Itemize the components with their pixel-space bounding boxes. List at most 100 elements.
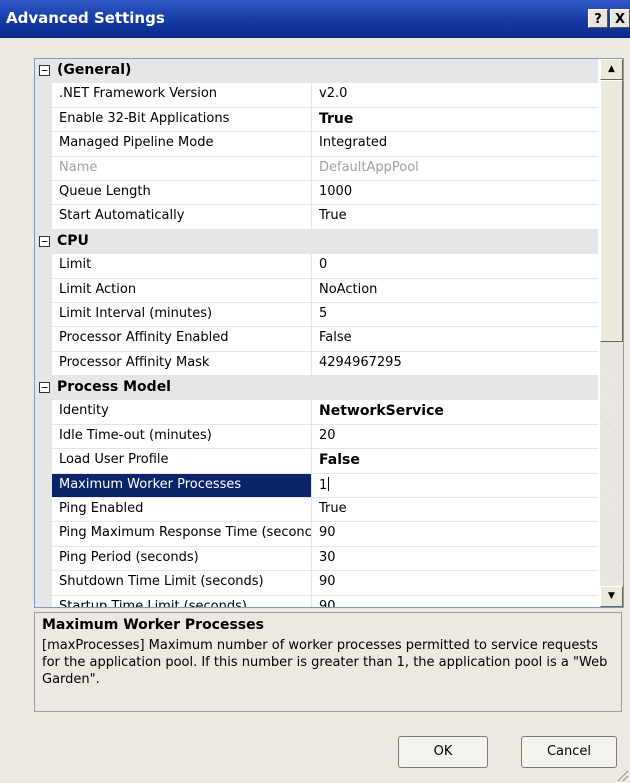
property-row[interactable]: Managed Pipeline Mode Integrated xyxy=(35,132,598,157)
property-value-text: 5 xyxy=(319,305,328,321)
collapse-toggle-icon[interactable]: − xyxy=(39,235,50,247)
property-name[interactable]: Identity xyxy=(52,400,312,425)
property-value[interactable]: 5 xyxy=(312,303,598,328)
property-row[interactable]: Start Automatically True xyxy=(35,205,598,230)
property-name[interactable]: Maximum Worker Processes xyxy=(52,473,312,499)
row-gutter xyxy=(35,205,52,230)
property-name[interactable]: Limit Action xyxy=(52,278,312,303)
property-name[interactable]: Name xyxy=(52,156,312,181)
row-gutter xyxy=(35,107,52,133)
property-row[interactable]: Idle Time-out (minutes) 20 xyxy=(35,424,598,450)
category-row[interactable]: − (General) xyxy=(35,59,598,84)
text-caret xyxy=(328,476,330,491)
property-value-text: 90 xyxy=(319,525,336,541)
property-name[interactable]: Ping Period (seconds) xyxy=(52,546,312,572)
collapse-toggle-icon[interactable]: − xyxy=(39,382,50,394)
description-text: [maxProcesses] Maximum number of worker … xyxy=(42,638,608,687)
property-name[interactable]: Ping Enabled xyxy=(52,498,312,523)
property-name[interactable]: Load User Profile xyxy=(52,449,312,474)
row-gutter xyxy=(35,327,52,352)
property-name[interactable]: Start Automatically xyxy=(52,205,312,230)
property-row[interactable]: Maximum Worker Processes 1 xyxy=(35,473,598,499)
advanced-settings-dialog: Advanced Settings ? X − (General) .NET Fra… xyxy=(0,0,630,783)
row-gutter xyxy=(35,351,52,377)
property-row[interactable]: Ping Maximum Response Time (seconc 90 xyxy=(35,522,598,547)
property-value-text: True xyxy=(319,501,347,517)
property-value[interactable]: 90 xyxy=(312,596,598,607)
property-row[interactable]: Ping Enabled True xyxy=(35,498,598,523)
property-value[interactable]: 20 xyxy=(312,425,598,450)
property-value[interactable]: v2.0 xyxy=(312,83,598,108)
property-value[interactable]: True xyxy=(312,498,598,523)
arrow-up-icon: ▲ xyxy=(608,64,615,74)
property-name[interactable]: Limit xyxy=(52,254,312,279)
property-row[interactable]: Limit Interval (minutes) 5 xyxy=(35,302,598,328)
property-row[interactable]: .NET Framework Version v2.0 xyxy=(35,83,598,108)
property-value[interactable]: Integrated xyxy=(312,132,598,157)
property-row[interactable]: Limit 0 xyxy=(35,254,598,279)
property-name[interactable]: Ping Maximum Response Time (seconc xyxy=(52,522,312,547)
row-gutter xyxy=(35,449,52,474)
row-gutter xyxy=(35,400,52,425)
property-value[interactable]: 90 xyxy=(312,571,598,596)
property-value[interactable]: False xyxy=(312,449,598,474)
property-row[interactable]: Startup Time Limit (seconds) 90 xyxy=(35,595,598,607)
property-value[interactable]: 30 xyxy=(312,547,598,572)
property-row[interactable]: Shutdown Time Limit (seconds) 90 xyxy=(35,571,598,596)
scroll-down-button[interactable]: ▼ xyxy=(600,586,623,607)
property-value[interactable]: False xyxy=(312,327,598,352)
property-value[interactable]: 90 xyxy=(312,522,598,547)
row-gutter xyxy=(35,254,52,279)
property-row[interactable]: Name DefaultAppPool xyxy=(35,156,598,181)
vertical-scrollbar[interactable]: ▲ ▼ xyxy=(600,59,623,607)
row-gutter xyxy=(35,180,52,206)
title-bar[interactable]: Advanced Settings ? X xyxy=(0,0,630,38)
category-label: (General) xyxy=(57,62,132,78)
property-row[interactable]: Queue Length 1000 xyxy=(35,180,598,206)
property-row[interactable]: Enable 32-Bit Applications True xyxy=(35,107,598,133)
property-row[interactable]: Processor Affinity Enabled False xyxy=(35,327,598,352)
help-button[interactable]: ? xyxy=(588,9,608,28)
scroll-thumb[interactable] xyxy=(600,80,623,342)
row-gutter xyxy=(35,546,52,572)
property-name[interactable]: Idle Time-out (minutes) xyxy=(52,424,312,450)
property-value[interactable]: True xyxy=(312,108,598,133)
property-value[interactable]: 4294967295 xyxy=(312,352,598,377)
close-button[interactable]: X xyxy=(610,9,630,28)
collapse-toggle-icon[interactable]: − xyxy=(39,65,50,76)
property-name[interactable]: Processor Affinity Mask xyxy=(52,351,312,377)
property-value-input[interactable]: 1 xyxy=(312,474,598,499)
property-name[interactable]: Shutdown Time Limit (seconds) xyxy=(52,571,312,596)
property-name[interactable]: Enable 32-Bit Applications xyxy=(52,107,312,133)
property-grid: − (General) .NET Framework Version v2.0 Enab… xyxy=(34,58,624,608)
property-value[interactable]: NoAction xyxy=(312,279,598,303)
category-row[interactable]: − CPU xyxy=(35,229,598,255)
row-gutter xyxy=(35,278,52,303)
row-gutter xyxy=(35,424,52,450)
property-value[interactable]: DefaultAppPool xyxy=(312,157,598,181)
property-value[interactable]: True xyxy=(312,205,598,230)
property-row[interactable]: Processor Affinity Mask 4294967295 xyxy=(35,351,598,377)
property-row[interactable]: Limit Action NoAction xyxy=(35,278,598,303)
property-row[interactable]: Identity NetworkService xyxy=(35,400,598,425)
ok-button[interactable]: OK xyxy=(398,736,488,768)
property-name[interactable]: Processor Affinity Enabled xyxy=(52,327,312,352)
category-label: Process Model xyxy=(57,379,171,396)
category-row[interactable]: − Process Model xyxy=(35,376,598,401)
scroll-up-button[interactable]: ▲ xyxy=(600,59,623,80)
property-value[interactable]: 1000 xyxy=(312,181,598,206)
property-row[interactable]: Ping Period (seconds) 30 xyxy=(35,546,598,572)
resize-grip-icon[interactable] xyxy=(616,769,628,781)
property-name[interactable]: Startup Time Limit (seconds) xyxy=(52,595,312,607)
property-value-text: True xyxy=(319,110,354,127)
property-value[interactable]: 0 xyxy=(312,254,598,279)
cancel-button[interactable]: Cancel xyxy=(521,736,617,768)
row-gutter xyxy=(35,473,52,499)
property-value[interactable]: NetworkService xyxy=(312,400,598,425)
property-name[interactable]: Limit Interval (minutes) xyxy=(52,302,312,328)
property-name[interactable]: Queue Length xyxy=(52,180,312,206)
dialog-title: Advanced Settings xyxy=(6,9,165,27)
property-row[interactable]: Load User Profile False xyxy=(35,449,598,474)
property-name[interactable]: Managed Pipeline Mode xyxy=(52,132,312,157)
property-name[interactable]: .NET Framework Version xyxy=(52,83,312,108)
